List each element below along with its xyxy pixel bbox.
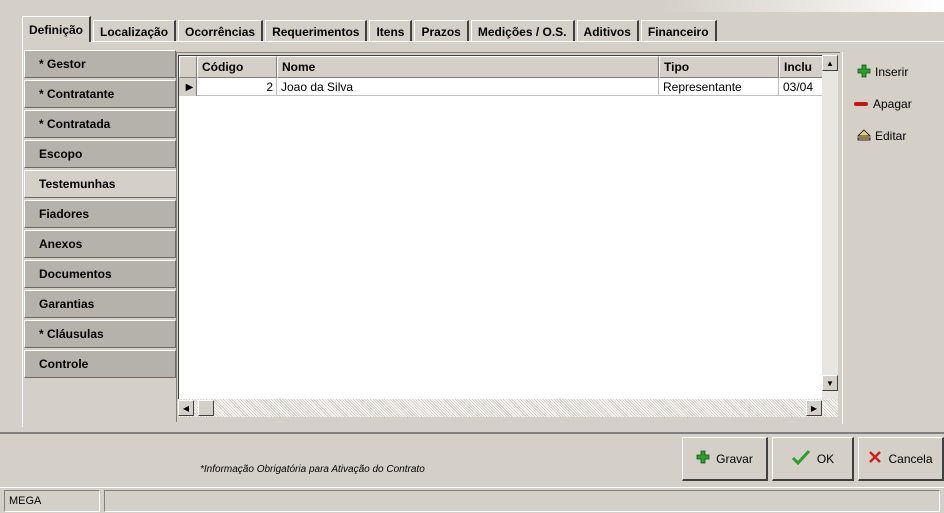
scroll-left-icon[interactable]: ◀ — [178, 400, 194, 416]
cell-tipo[interactable]: Representante — [659, 78, 779, 96]
sidebar-item-escopo[interactable]: Escopo — [24, 140, 176, 168]
cell-nome[interactable]: Joao da Silva — [277, 78, 659, 96]
tab-ocorrencias[interactable]: Ocorrências — [178, 20, 264, 42]
tab-localizacao[interactable]: Localização — [93, 20, 177, 42]
required-info-note: *Informação Obrigatória para Ativação do… — [200, 464, 425, 475]
eject-icon — [857, 128, 871, 145]
minus-icon — [853, 97, 869, 111]
cancel-button[interactable]: Cancela — [858, 437, 944, 481]
edit-button[interactable]: Editar — [857, 126, 906, 146]
grid-header: Código Nome Tipo Inclu — [179, 56, 823, 78]
delete-button[interactable]: Apagar — [853, 94, 912, 114]
edit-label: Editar — [875, 129, 907, 143]
sidebar-item-anexos[interactable]: Anexos — [24, 230, 176, 258]
horizontal-scrollbar[interactable]: ◀ ▶ — [178, 399, 838, 417]
tab-strip: Definição Localização Ocorrências Requer… — [22, 16, 944, 42]
tab-definicao[interactable]: Definição — [22, 16, 92, 42]
sidebar-item-contratada[interactable]: * Contratada — [24, 110, 176, 138]
scroll-thumb[interactable] — [198, 400, 214, 416]
scroll-right-icon[interactable]: ▶ — [806, 400, 822, 416]
column-header-tipo[interactable]: Tipo — [659, 56, 779, 78]
scroll-up-icon[interactable]: ▲ — [822, 55, 838, 71]
sidebar-item-clausulas[interactable]: * Cláusulas — [24, 320, 176, 348]
scroll-down-icon[interactable]: ▼ — [822, 375, 838, 391]
insert-label: Inserir — [875, 65, 909, 79]
grid-header-indicator — [179, 56, 197, 78]
status-message — [104, 490, 940, 512]
status-app-name: MEGA — [4, 490, 100, 512]
plus-icon — [696, 450, 710, 467]
sidebar-item-contratante[interactable]: * Contratante — [24, 80, 176, 108]
row-indicator-icon: ▶ — [179, 78, 197, 96]
cell-inclusao[interactable]: 03/04 — [779, 78, 823, 96]
column-header-nome[interactable]: Nome — [277, 56, 659, 78]
save-button[interactable]: Gravar — [682, 437, 768, 481]
sidebar-item-garantias[interactable]: Garantias — [24, 290, 176, 318]
tab-itens[interactable]: Itens — [369, 20, 413, 42]
ok-label: OK — [816, 451, 835, 466]
insert-button[interactable]: Inserir — [857, 62, 908, 82]
data-grid[interactable]: Código Nome Tipo Inclu ▶ 2 Joao da Silva… — [178, 55, 823, 399]
delete-label: Apagar — [873, 97, 912, 111]
plus-icon — [857, 64, 871, 81]
checkmark-icon — [791, 449, 811, 468]
sidebar-nav: * Gestor * Contratante * Contratada Esco… — [24, 50, 177, 380]
sidebar-item-documentos[interactable]: Documentos — [24, 260, 176, 288]
close-icon — [868, 450, 882, 467]
cell-codigo[interactable]: 2 — [197, 78, 277, 96]
ok-button[interactable]: OK — [772, 437, 854, 481]
save-label: Gravar — [716, 451, 753, 466]
vertical-scrollbar[interactable]: ▲ ▼ — [822, 55, 838, 399]
tab-financeiro[interactable]: Financeiro — [640, 20, 717, 42]
cancel-label: Cancela — [888, 451, 933, 466]
table-row[interactable]: ▶ 2 Joao da Silva Representante 03/04 — [179, 78, 823, 96]
tab-medicoes[interactable]: Medições / O.S. — [470, 20, 575, 42]
status-bar: MEGA — [0, 487, 944, 513]
tab-requerimentos[interactable]: Requerimentos — [265, 20, 368, 42]
tab-prazos[interactable]: Prazos — [414, 20, 469, 42]
sidebar-item-fiadores[interactable]: Fiadores — [24, 200, 176, 228]
window-top-edge — [0, 0, 944, 12]
sidebar-item-controle[interactable]: Controle — [24, 350, 176, 378]
column-header-inclusao[interactable]: Inclu — [779, 56, 823, 78]
tab-aditivos[interactable]: Aditivos — [576, 20, 639, 42]
sidebar-item-gestor[interactable]: * Gestor — [24, 50, 176, 78]
sidebar-item-testemunhas[interactable]: Testemunhas — [24, 170, 177, 198]
column-header-codigo[interactable]: Código — [197, 56, 277, 78]
action-column: Inserir Apagar Editar — [842, 52, 944, 424]
